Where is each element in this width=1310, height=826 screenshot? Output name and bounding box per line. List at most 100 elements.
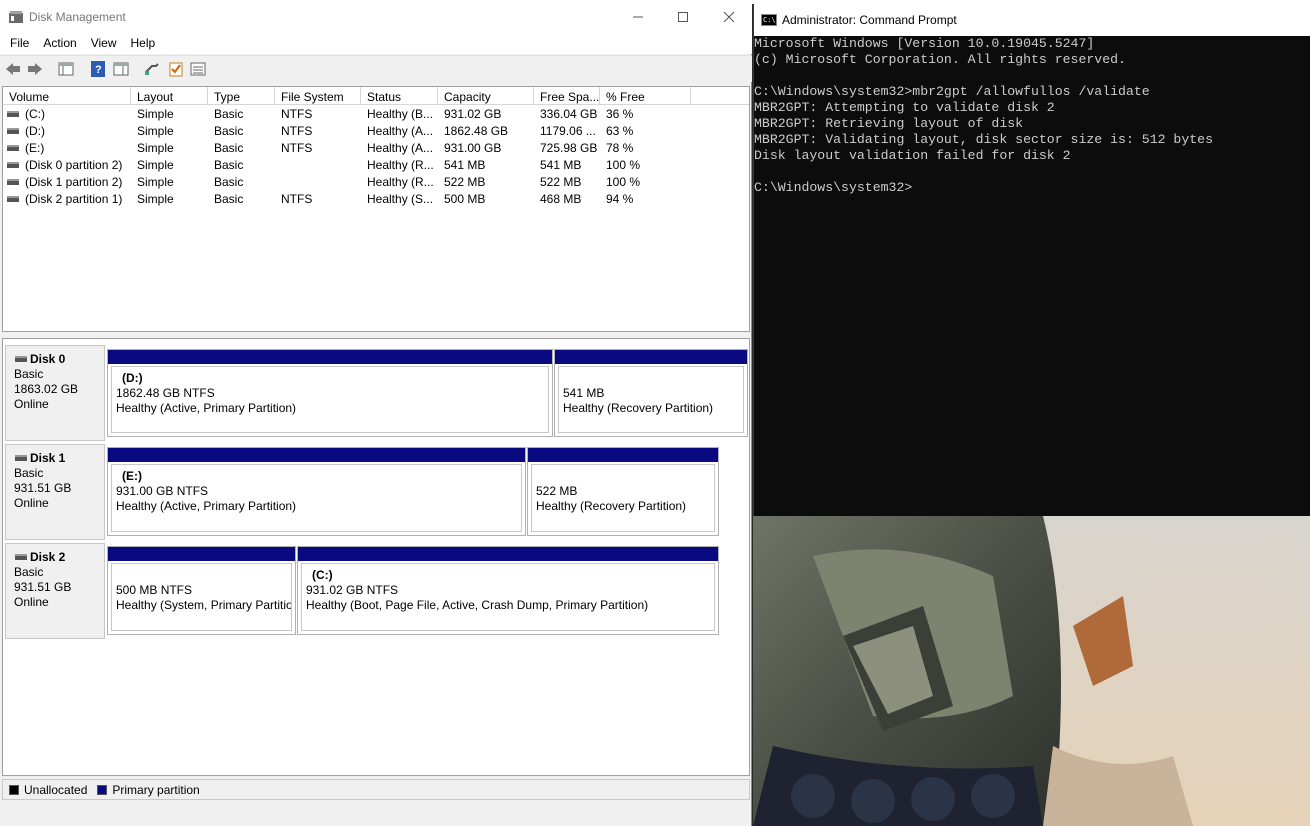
- disk-1-partition-recovery[interactable]: 522 MB Healthy (Recovery Partition): [527, 447, 719, 536]
- disk-0-type: Basic: [14, 367, 44, 381]
- disk-2-label[interactable]: Disk 2 Basic 931.51 GB Online: [5, 543, 105, 639]
- cell-status: Healthy (A...: [367, 141, 434, 155]
- show-hide-pane-button[interactable]: [112, 60, 130, 78]
- action-pane-icon: [113, 62, 129, 76]
- menu-view[interactable]: View: [85, 34, 123, 54]
- disk-2-partition-system[interactable]: 500 MB NTFS Healthy (System, Primary Par…: [107, 546, 296, 635]
- partition-status: Healthy (Recovery Partition): [536, 499, 687, 513]
- cell-free: 541 MB: [540, 158, 582, 172]
- disk-0-size: 1863.02 GB: [14, 382, 79, 396]
- column-type[interactable]: Type: [208, 87, 275, 105]
- legend-bar: Unallocated Primary partition: [2, 779, 750, 800]
- primary-partition-bar: [108, 350, 552, 364]
- forward-button[interactable]: [26, 60, 44, 78]
- cell-status: Healthy (B...: [367, 107, 434, 121]
- cell-pct: 94 %: [606, 192, 634, 206]
- cmd-titlebar[interactable]: C:\ Administrator: Command Prompt: [754, 4, 1310, 36]
- table-row[interactable]: (C:) Simple Basic NTFS Healthy (B... 931.02 G…: [3, 106, 749, 123]
- menu-help[interactable]: Help: [125, 34, 162, 54]
- cell-type: Basic: [214, 107, 244, 121]
- disk-0-partition-d[interactable]: (D:) 1862.48 GB NTFS Healthy (Active, Pr…: [107, 349, 553, 437]
- column-file-system[interactable]: File System: [275, 87, 361, 105]
- cell-free: 336.04 GB: [540, 107, 598, 121]
- partition-size: 541 MB: [563, 386, 605, 400]
- partition-body: 522 MB Healthy (Recovery Partition): [531, 464, 715, 532]
- column-status[interactable]: Status: [361, 87, 438, 105]
- column-layout[interactable]: Layout: [131, 87, 208, 105]
- help-button[interactable]: ?: [89, 60, 107, 78]
- cmd-window-title: Administrator: Command Prompt: [782, 13, 957, 27]
- primary-partition-bar: [108, 547, 295, 561]
- partition-status: Healthy (Boot, Page File, Active, Crash …: [306, 598, 649, 612]
- desktop-wallpaper: [753, 516, 1310, 826]
- table-row[interactable]: (Disk 0 partition 2) Simple Basic Healthy (…: [3, 157, 749, 174]
- partition-size: 522 MB: [536, 484, 578, 498]
- cell-layout: Simple: [137, 107, 174, 121]
- cell-type: Basic: [214, 124, 244, 138]
- partition-label: [116, 568, 291, 583]
- toolbar: ?: [0, 55, 752, 82]
- cell-fs: NTFS: [281, 141, 313, 155]
- maximize-button[interactable]: [660, 6, 706, 28]
- back-button[interactable]: [4, 60, 22, 78]
- column-capacity[interactable]: Capacity: [438, 87, 534, 105]
- minimize-button[interactable]: [615, 6, 661, 28]
- partition-body: (D:) 1862.48 GB NTFS Healthy (Active, Pr…: [111, 366, 549, 433]
- cell-layout: Simple: [137, 124, 174, 138]
- connect-icon: [145, 63, 159, 75]
- console-line: MBR2GPT: Retrieving layout of disk: [754, 116, 1024, 131]
- primary-partition-bar: [555, 350, 747, 364]
- console-line: MBR2GPT: Attempting to validate disk 2: [754, 100, 1055, 115]
- properties-button[interactable]: [167, 60, 185, 78]
- cell-capacity: 1862.48 GB: [444, 124, 509, 138]
- dm-titlebar[interactable]: Disk Management: [0, 0, 752, 34]
- partition-body: (C:) 931.02 GB NTFS Healthy (Boot, Page …: [301, 563, 715, 631]
- menu-action[interactable]: Action: [37, 34, 82, 54]
- primary-partition-bar: [528, 448, 718, 462]
- connect-button[interactable]: [143, 60, 161, 78]
- close-button[interactable]: [706, 6, 752, 28]
- wallpaper-image: [753, 516, 1310, 826]
- unallocated-swatch: [9, 784, 19, 795]
- column-free-space[interactable]: Free Spa...: [534, 87, 600, 105]
- table-row[interactable]: (Disk 2 partition 1) Simple Basic NTFS Healt…: [3, 191, 749, 208]
- partition-status: Healthy (Recovery Partition): [563, 401, 714, 415]
- partition-label: [563, 371, 743, 386]
- disk-1-state: Online: [14, 496, 49, 510]
- cell-type: Basic: [214, 141, 244, 155]
- disk-0-label[interactable]: Disk 0 Basic 1863.02 GB Online: [5, 345, 105, 441]
- console-line: C:\Windows\system32>: [754, 180, 913, 195]
- console-tree-button[interactable]: [57, 60, 75, 78]
- table-row[interactable]: (Disk 1 partition 2) Simple Basic Healthy (…: [3, 174, 749, 191]
- column-percent-free[interactable]: % Free: [600, 87, 691, 105]
- disk-2-partition-c[interactable]: (C:) 931.02 GB NTFS Healthy (Boot, Page …: [297, 546, 719, 635]
- table-row[interactable]: (E:) Simple Basic NTFS Healthy (A... 931.00 G…: [3, 140, 749, 157]
- disk-icon: [15, 455, 27, 461]
- table-row[interactable]: (D:) Simple Basic NTFS Healthy (A... 1862.48 …: [3, 123, 749, 140]
- disk-1-label[interactable]: Disk 1 Basic 931.51 GB Online: [5, 444, 105, 540]
- cell-status: Healthy (R...: [367, 175, 434, 189]
- cmd-icon: C:\: [761, 14, 777, 26]
- disk-1-partition-e[interactable]: (E:) 931.00 GB NTFS Healthy (Active, Pri…: [107, 447, 526, 536]
- cell-layout: Simple: [137, 175, 174, 189]
- disk-0-partition-recovery[interactable]: 541 MB Healthy (Recovery Partition): [554, 349, 748, 437]
- column-volume[interactable]: Volume: [3, 87, 131, 105]
- cell-pct: 63 %: [606, 124, 634, 138]
- maximize-icon: [678, 12, 688, 22]
- cell-volume: (Disk 0 partition 2): [25, 158, 123, 172]
- disk-2-name: Disk 2: [14, 550, 104, 565]
- legend-primary-partition: Primary partition: [112, 782, 200, 797]
- disk-management-window: Disk Management File Action View Help ?: [0, 0, 752, 826]
- disk-graphical-view: Disk 0 Basic 1863.02 GB Online (D:) 1862…: [2, 338, 750, 776]
- cell-free: 468 MB: [540, 192, 582, 206]
- menu-file[interactable]: File: [4, 34, 35, 54]
- cell-pct: 100 %: [606, 175, 641, 189]
- check-properties-icon: [169, 62, 183, 77]
- cell-pct: 78 %: [606, 141, 634, 155]
- cmd-console-output[interactable]: Microsoft Windows [Version 10.0.19045.52…: [754, 36, 1310, 516]
- cell-status: Healthy (A...: [367, 124, 434, 138]
- list-view-button[interactable]: [189, 60, 207, 78]
- disk-2-name-text: Disk 2: [30, 550, 66, 564]
